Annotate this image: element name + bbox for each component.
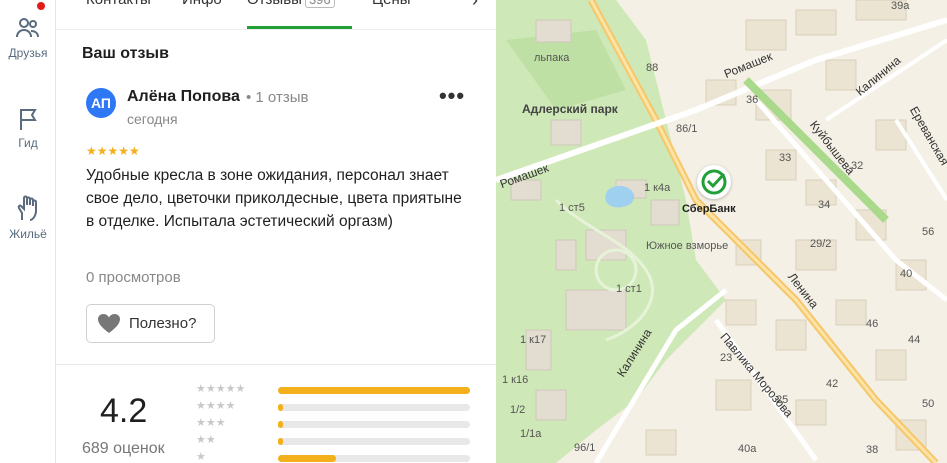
map-house-number: 40а xyxy=(738,443,757,455)
map-house-number: 1 к4а xyxy=(644,182,671,194)
tab-reviews-label: Отзывы xyxy=(247,0,302,8)
bank-map-marker[interactable] xyxy=(697,165,731,199)
map-house-number: 33 xyxy=(779,152,792,164)
map-house-number: 44 xyxy=(908,334,921,346)
left-nav-rail: Друзья Гид Жильё xyxy=(0,0,56,463)
tab-reviews[interactable]: Отзывы396 xyxy=(247,0,335,8)
nav-item-friends-label: Друзья xyxy=(8,46,48,60)
map-house-number: 46 xyxy=(866,318,879,330)
rating-row-stars: ★★★★ xyxy=(196,400,236,412)
tab-contacts[interactable]: Контакты xyxy=(86,0,151,8)
rating-row-bar xyxy=(278,387,470,394)
ratings-count: 689 оценок xyxy=(82,440,165,457)
rating-row-bar xyxy=(278,455,470,462)
section-divider xyxy=(56,364,496,365)
rating-row-bar xyxy=(278,404,470,411)
map-house-number: 88 xyxy=(646,62,659,74)
rating-row-stars: ★★★ xyxy=(196,417,226,429)
tab-info[interactable]: Инфо xyxy=(182,0,222,8)
rating-row-stars: ★ xyxy=(196,451,206,463)
tabs-scroll-right-icon[interactable]: › xyxy=(472,0,478,11)
map-house-number: 1 к17 xyxy=(520,334,547,346)
review-stars: ★★★★★ xyxy=(86,144,140,158)
map-house-number: 96/1 xyxy=(574,442,596,454)
rating-row-stars: ★★ xyxy=(196,434,216,446)
map-house-number: 1/2 xyxy=(510,404,526,416)
reviews-count-badge: 396 xyxy=(304,0,335,8)
review-more-button[interactable]: ••• xyxy=(438,85,466,113)
map-house-number: 1 к16 xyxy=(502,374,529,386)
rating-row-bar-fill xyxy=(278,404,283,411)
rating-row-bar-fill xyxy=(278,438,283,445)
map-house-number: 40 xyxy=(900,268,913,280)
map-house-number: 36 xyxy=(746,94,759,106)
review-author[interactable]: Алёна Попова xyxy=(127,88,240,106)
sberbank-logo-icon xyxy=(701,169,727,195)
map-house-number: 56 xyxy=(922,226,935,238)
map-house-number: 29/2 xyxy=(810,238,832,250)
rating-row-bar xyxy=(278,421,470,428)
review-date: сегодня xyxy=(127,111,178,127)
nav-item-guide-label: Гид xyxy=(18,136,38,150)
helpful-button[interactable]: Полезно? xyxy=(86,304,215,343)
notification-dot xyxy=(37,2,45,10)
map-house-number: 39а xyxy=(891,0,910,12)
map-house-number: 38 xyxy=(866,444,879,456)
map-poi-label[interactable]: Южное взморье xyxy=(646,240,728,252)
map-house-number: 1/1а xyxy=(520,428,542,440)
map-house-number: 34 xyxy=(818,199,831,211)
rating-row-bar-fill xyxy=(278,387,470,394)
rating-row-bar xyxy=(278,438,470,445)
map-house-number: 86/1 xyxy=(676,123,698,135)
map-park-label[interactable]: Адлерский парк xyxy=(522,102,618,116)
map-poi-partial: льпака xyxy=(534,52,570,64)
rating-row-stars: ★★★★★ xyxy=(196,383,246,395)
heart-icon xyxy=(98,314,120,333)
map-house-number: 42 xyxy=(826,378,839,390)
tab-bar: Контакты Инфо Отзывы396 Цены › xyxy=(56,0,496,30)
section-title: Ваш отзыв xyxy=(82,45,169,62)
place-panel: Контакты Инфо Отзывы396 Цены › Ваш отзыв… xyxy=(56,0,496,463)
review-views: 0 просмотров xyxy=(86,269,181,286)
nav-item-housing-label: Жильё xyxy=(9,227,47,241)
rating-row-bar-fill xyxy=(278,455,336,462)
flag-icon xyxy=(20,109,37,130)
friends-icon xyxy=(16,18,39,38)
rating-row-bar-fill xyxy=(278,421,283,428)
bank-map-label[interactable]: СберБанк xyxy=(682,203,736,215)
helpful-label: Полезно? xyxy=(129,315,197,332)
avatar[interactable]: АП xyxy=(86,88,116,118)
active-tab-indicator xyxy=(247,26,352,29)
nav-item-housing[interactable]: Жильё xyxy=(0,193,56,241)
map[interactable]: льпака Адлерский парк 88 39а 86/1 36 33 … xyxy=(496,0,947,463)
review-text: Удобные кресла в зоне ожидания, персонал… xyxy=(86,167,462,230)
author-review-count: • 1 отзыв xyxy=(246,89,309,106)
map-house-number: 50 xyxy=(922,398,935,410)
nav-item-friends[interactable]: Друзья xyxy=(0,14,56,60)
author-review-count-label: 1 отзыв xyxy=(255,89,309,106)
nav-item-guide[interactable]: Гид xyxy=(0,106,56,150)
tab-prices[interactable]: Цены xyxy=(372,0,411,8)
map-house-number: 1 ст1 xyxy=(616,283,642,295)
hand-icon xyxy=(17,195,37,221)
overall-rating: 4.2 xyxy=(100,392,148,430)
map-house-number: 1 ст5 xyxy=(559,202,585,214)
